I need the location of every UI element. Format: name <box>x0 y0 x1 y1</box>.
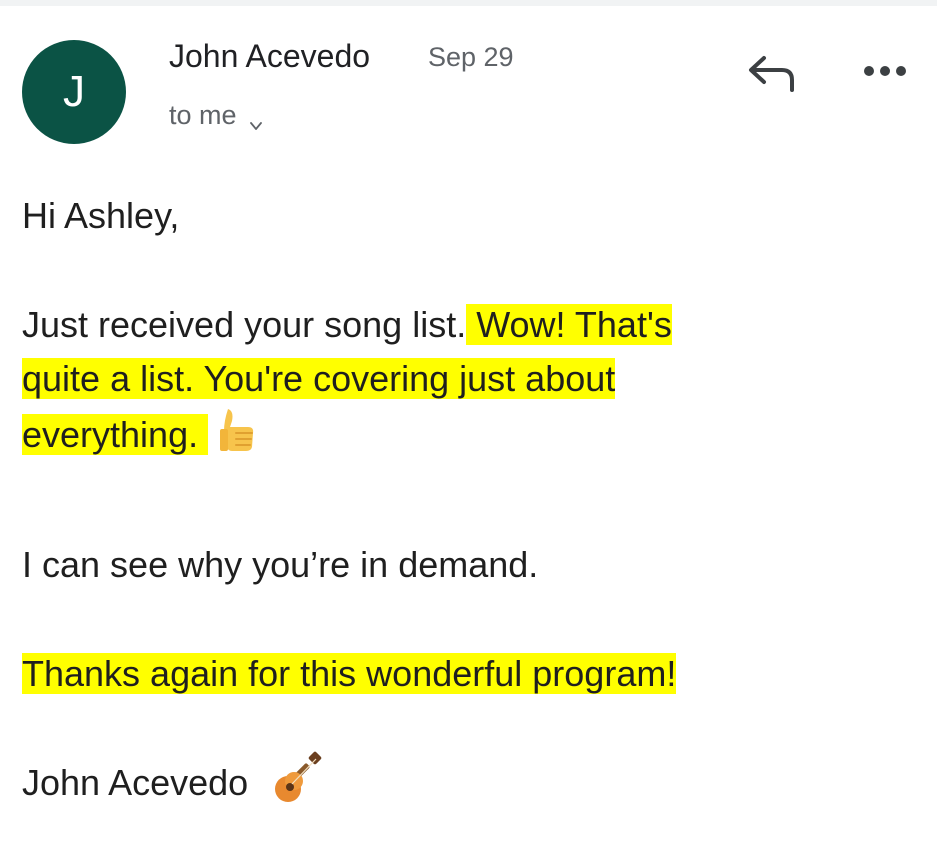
avatar-initial: J <box>63 67 85 116</box>
reply-icon <box>749 56 794 92</box>
sender-name[interactable]: John Acevedo <box>169 38 370 75</box>
paragraph-3: Thanks again for this wonderful program! <box>22 647 677 701</box>
paragraph-1-text: Just received your song list. <box>22 304 467 345</box>
highlighted-text: Thanks again for this wonderful program! <box>22 653 677 694</box>
paragraph-1-line-3: everything. <box>22 407 260 468</box>
reply-button[interactable] <box>744 50 800 94</box>
signature: John Acevedo <box>22 751 324 820</box>
more-options-icon <box>864 66 906 76</box>
highlighted-text: quite a list. You're covering just about <box>22 358 616 399</box>
avatar[interactable]: J <box>22 40 126 144</box>
recipients-toggle[interactable]: to me <box>169 100 263 131</box>
greeting: Hi Ashley, <box>22 195 180 236</box>
paragraph-2: I can see why you’re in demand. <box>22 544 539 585</box>
chevron-down-icon <box>249 109 263 130</box>
recipients-label: to me <box>169 100 237 130</box>
more-options-button[interactable] <box>858 56 914 86</box>
highlighted-text: everything. <box>22 414 209 456</box>
paragraph-1-line-1: Just received your song list. Wow! That'… <box>22 298 672 352</box>
guitar-emoji <box>270 751 324 820</box>
message-date: Sep 29 <box>428 42 514 72</box>
paragraph-1-line-2: quite a list. You're covering just about <box>22 352 616 406</box>
signature-name: John Acevedo <box>22 762 249 804</box>
message-header: J John Acevedo Sep 29 to me <box>0 0 937 160</box>
highlighted-text: Wow! That's <box>466 304 672 345</box>
thumbs-up-emoji <box>218 407 260 468</box>
